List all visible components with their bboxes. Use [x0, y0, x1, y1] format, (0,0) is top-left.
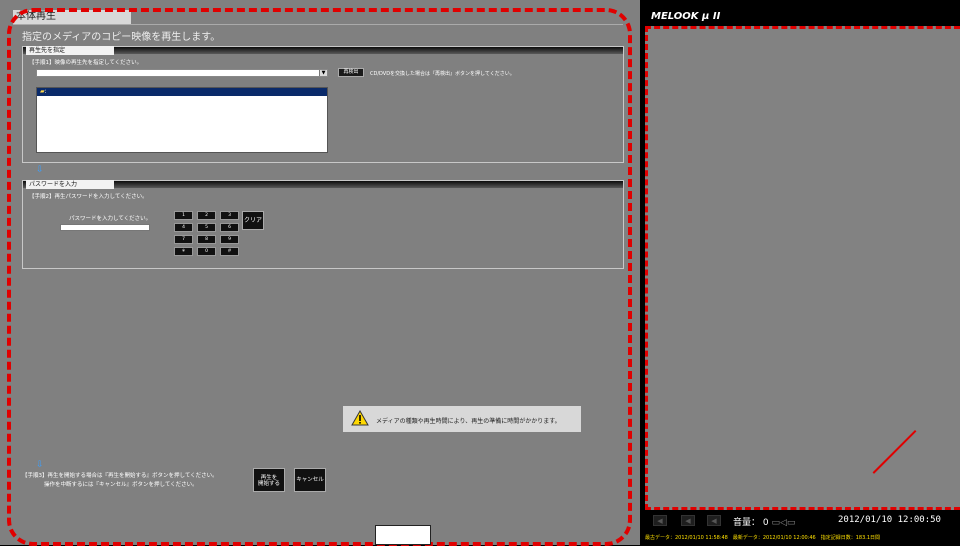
highlight-frame	[7, 8, 632, 546]
step-forward-icon[interactable]: ◀	[707, 515, 721, 526]
step-back-icon[interactable]: ◀	[681, 515, 695, 526]
speaker-icon[interactable]: ▭◁▭	[772, 518, 796, 528]
video-view	[645, 26, 960, 510]
bottom-tab	[375, 525, 431, 545]
skip-back-icon[interactable]: ◀	[653, 515, 667, 526]
playback-controls: ◀ ◀ ◀ 音量： 0 ▭◁▭ 2012/01/10 12:00:50	[645, 510, 960, 532]
volume-indicator: 音量： 0 ▭◁▭	[733, 515, 795, 528]
logo: MELOOK μ II	[651, 11, 721, 22]
current-datetime: 2012/01/10 12:00:50	[838, 515, 941, 525]
record-status: 最古データ：2012/01/10 11:58:48 最新データ：2012/01/…	[645, 535, 881, 541]
volume-label: 音量：	[733, 518, 761, 528]
volume-value: 0	[762, 518, 769, 528]
